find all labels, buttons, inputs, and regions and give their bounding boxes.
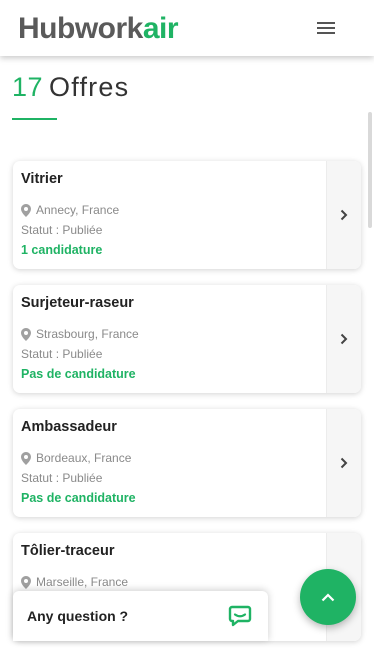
offer-applications: Pas de candidature <box>21 367 136 381</box>
offer-location-text: Bordeaux, France <box>36 451 132 465</box>
offer-status: Statut : Publiée <box>21 347 103 361</box>
location-pin-icon <box>21 575 31 589</box>
chevron-right-icon <box>340 457 348 469</box>
offer-location-text: Marseille, France <box>36 575 129 589</box>
location-pin-icon <box>21 327 31 341</box>
offer-status: Statut : Publiée <box>21 471 103 485</box>
offer-location: Strasbourg, France <box>21 327 139 341</box>
offer-card[interactable]: Ambassadeur Bordeaux, France Statut : Pu… <box>13 409 361 517</box>
hamburger-menu-icon <box>317 22 335 34</box>
logo-text-dark: Hubwork <box>18 12 144 45</box>
offer-title: Surjeteur-raseur <box>21 295 134 311</box>
scroll-to-top-button[interactable] <box>300 569 356 625</box>
offer-open-button[interactable] <box>326 161 361 269</box>
offer-open-button[interactable] <box>326 409 361 517</box>
hubworkair-logo[interactable]: Hubworkair <box>18 8 208 46</box>
offer-applications: 1 candidature <box>21 243 103 257</box>
logo-text-green: air <box>143 12 179 45</box>
offer-location: Marseille, France <box>21 575 128 589</box>
location-pin-icon <box>21 451 31 465</box>
offer-status: Statut : Publiée <box>21 223 103 237</box>
page-title: 17 Offres <box>12 72 129 103</box>
offer-location: Bordeaux, France <box>21 451 131 465</box>
offer-title: Vitrier <box>21 171 63 187</box>
svg-text:Hubworkair: Hubworkair <box>18 12 179 45</box>
chevron-right-icon <box>340 333 348 345</box>
offers-label: Offres <box>49 72 130 102</box>
offers-count: 17 <box>12 72 44 102</box>
scrollbar-thumb[interactable] <box>368 112 372 228</box>
offer-location: Annecy, France <box>21 203 119 217</box>
offer-card[interactable]: Vitrier Annecy, France Statut : Publiée … <box>13 161 361 269</box>
offer-title: Tôlier-traceur <box>21 543 115 559</box>
chat-bubble-icon <box>228 605 252 627</box>
offer-title: Ambassadeur <box>21 419 117 435</box>
offer-card[interactable]: Surjeteur-raseur Strasbourg, France Stat… <box>13 285 361 393</box>
hamburger-menu-button[interactable] <box>310 18 342 38</box>
offer-location-text: Strasbourg, France <box>36 327 139 341</box>
app-header: Hubworkair <box>0 0 374 56</box>
chevron-up-icon <box>321 592 335 601</box>
chevron-right-icon <box>340 209 348 221</box>
offer-applications: Pas de candidature <box>21 491 136 505</box>
offer-location-text: Annecy, France <box>36 203 120 217</box>
title-underline <box>12 118 57 120</box>
offer-open-button[interactable] <box>326 285 361 393</box>
chat-label: Any question ? <box>27 608 129 624</box>
location-pin-icon <box>21 203 31 217</box>
chat-widget[interactable]: Any question ? <box>13 591 268 641</box>
